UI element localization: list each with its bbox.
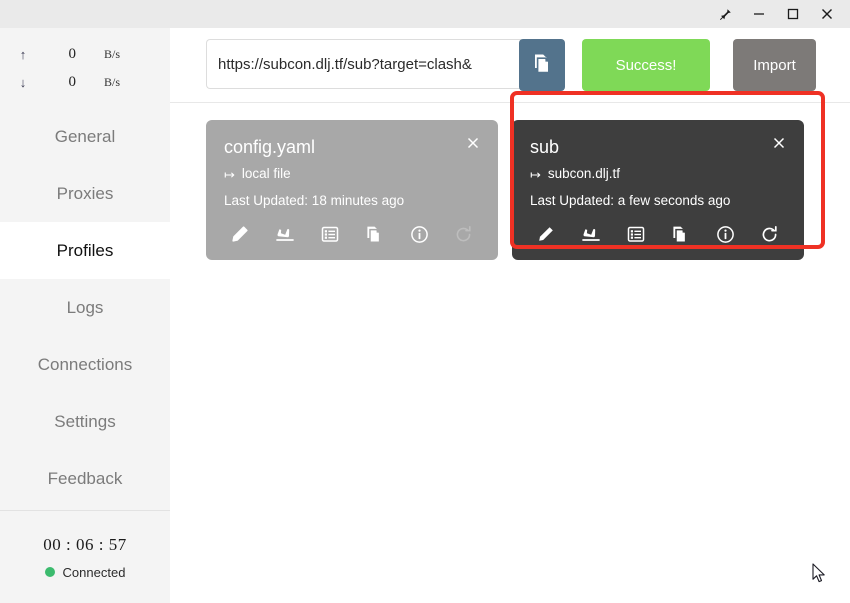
maximize-icon[interactable]: [776, 0, 810, 28]
profile-card-list: config.yaml ↦ local file Last Updated: 1…: [170, 103, 850, 260]
profile-card-source-label: local file: [242, 164, 291, 184]
minimize-icon[interactable]: [742, 0, 776, 28]
profile-card-title: config.yaml: [224, 136, 480, 158]
sidebar-item-settings[interactable]: Settings: [0, 393, 170, 450]
sidebar-item-connections[interactable]: Connections: [0, 336, 170, 393]
profile-card-actions: [224, 222, 480, 246]
profile-url-input[interactable]: [206, 39, 521, 89]
info-circle-icon[interactable]: [713, 222, 737, 246]
sidebar-item-label: Connections: [38, 355, 133, 375]
profile-card-close-icon[interactable]: [464, 134, 482, 152]
profile-card-source-label: subcon.dlj.tf: [548, 164, 620, 184]
sidebar-item-label: Proxies: [57, 184, 114, 204]
profile-card-sub[interactable]: sub ↦ subcon.dlj.tf Last Updated: a few …: [512, 120, 804, 260]
sidebar-item-label: Profiles: [57, 241, 114, 261]
profile-toolbar: Success! Import: [170, 28, 850, 103]
source-arrow-icon: ↦: [224, 168, 235, 181]
refresh-icon[interactable]: [452, 222, 476, 246]
pin-icon[interactable]: [708, 0, 742, 28]
copy-icon: [532, 53, 552, 78]
main-content: Success! Import config.yaml ↦ local file…: [170, 28, 850, 603]
sidebar-item-feedback[interactable]: Feedback: [0, 450, 170, 507]
info-circle-icon[interactable]: [407, 222, 431, 246]
uptime-timer: 00 : 06 : 57: [43, 535, 126, 555]
success-button[interactable]: Success!: [582, 39, 710, 91]
sidebar-item-logs[interactable]: Logs: [0, 279, 170, 336]
download-speed-unit: B/s: [76, 75, 120, 90]
close-icon[interactable]: [810, 0, 844, 28]
profile-card-close-icon[interactable]: [770, 134, 788, 152]
source-arrow-icon: ↦: [530, 168, 541, 181]
profile-card-source: ↦ local file: [224, 164, 480, 184]
profile-card-config-yaml[interactable]: config.yaml ↦ local file Last Updated: 1…: [206, 120, 498, 260]
list-icon[interactable]: [318, 222, 342, 246]
plane-landing-icon[interactable]: [579, 222, 603, 246]
edit-pencil-icon[interactable]: [534, 222, 558, 246]
profile-card-actions: [530, 222, 786, 246]
profile-card-title: sub: [530, 136, 786, 158]
sidebar-item-profiles[interactable]: Profiles: [0, 222, 170, 279]
sidebar-item-label: Settings: [54, 412, 115, 432]
upload-arrow-icon: ↑: [0, 47, 46, 62]
profile-card-source: ↦ subcon.dlj.tf: [530, 164, 786, 184]
upload-speed-value: 0: [46, 46, 76, 63]
sidebar: ↑ 0 B/s ↓ 0 B/s General Proxies Profiles…: [0, 28, 170, 603]
copy-url-button[interactable]: [519, 39, 565, 91]
upload-speed-row: ↑ 0 B/s: [0, 40, 170, 68]
copy-icon[interactable]: [362, 222, 386, 246]
list-icon[interactable]: [624, 222, 648, 246]
copy-icon[interactable]: [668, 222, 692, 246]
import-button[interactable]: Import: [733, 39, 816, 91]
download-arrow-icon: ↓: [0, 75, 46, 90]
sidebar-nav: General Proxies Profiles Logs Connection…: [0, 106, 170, 510]
plane-landing-icon[interactable]: [273, 222, 297, 246]
download-speed-row: ↓ 0 B/s: [0, 68, 170, 96]
url-input-group: [206, 39, 565, 91]
window-titlebar: [0, 0, 850, 28]
status-dot-icon: [45, 567, 55, 577]
refresh-icon[interactable]: [758, 222, 782, 246]
sidebar-item-label: Feedback: [48, 469, 123, 489]
sidebar-item-label: Logs: [67, 298, 104, 318]
edit-pencil-icon[interactable]: [228, 222, 252, 246]
sidebar-item-proxies[interactable]: Proxies: [0, 165, 170, 222]
speed-stats: ↑ 0 B/s ↓ 0 B/s: [0, 28, 170, 106]
sidebar-item-general[interactable]: General: [0, 108, 170, 165]
connection-state: Connected: [45, 565, 126, 580]
profile-card-updated: Last Updated: 18 minutes ago: [224, 191, 480, 211]
app-window: ↑ 0 B/s ↓ 0 B/s General Proxies Profiles…: [0, 0, 850, 603]
sidebar-item-label: General: [55, 127, 115, 147]
status-badge: Connected: [63, 565, 126, 580]
connection-status: 00 : 06 : 57 Connected: [0, 511, 170, 603]
download-speed-value: 0: [46, 74, 76, 91]
upload-speed-unit: B/s: [76, 47, 120, 62]
profile-card-updated: Last Updated: a few seconds ago: [530, 191, 786, 211]
